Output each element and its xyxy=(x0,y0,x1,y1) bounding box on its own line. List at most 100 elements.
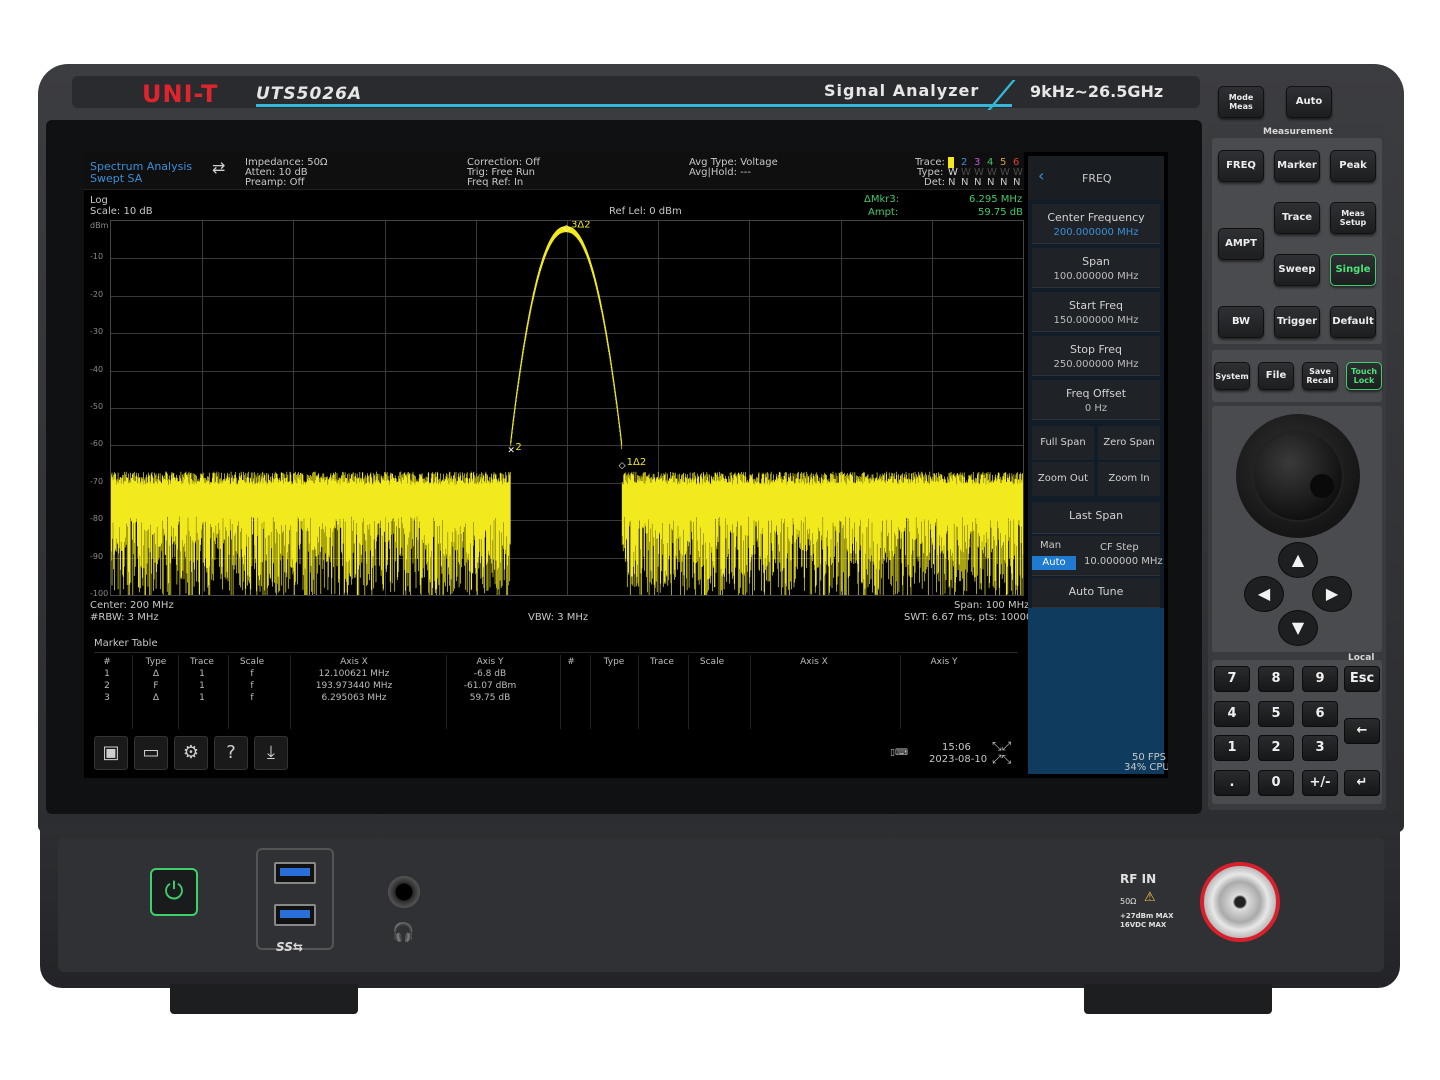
menu-center-frequency[interactable]: Center Frequency 200.000000 MHz xyxy=(1032,204,1160,244)
marker-symbol[interactable]: ✕ xyxy=(507,446,515,456)
menu-item-label: Center Frequency xyxy=(1047,211,1145,224)
rf-input-connector[interactable] xyxy=(1200,862,1280,942)
save-recall-key[interactable]: Save Recall xyxy=(1302,362,1338,390)
meas-setup-key[interactable]: Meas Setup xyxy=(1330,202,1376,234)
esc-key[interactable]: Esc xyxy=(1344,666,1380,692)
system-key[interactable]: System xyxy=(1214,362,1250,390)
y-tick-label: -20 xyxy=(90,289,104,299)
headphone-jack[interactable] xyxy=(388,876,420,908)
trigger-key[interactable]: Trigger xyxy=(1274,306,1320,338)
backspace-key[interactable]: ← xyxy=(1344,718,1380,744)
menu-span[interactable]: Span 100.000000 MHz xyxy=(1032,248,1160,288)
numeric-key[interactable]: +/- xyxy=(1302,769,1338,796)
rotary-knob[interactable] xyxy=(1252,430,1344,522)
marker-table-title: Marker Table xyxy=(94,638,158,649)
peak-key[interactable]: Peak xyxy=(1330,150,1376,182)
keyboard-icon[interactable]: ▯⌨ xyxy=(890,748,908,759)
file-key[interactable]: File xyxy=(1258,362,1294,390)
y-tick-label: -70 xyxy=(90,476,104,486)
gear-icon[interactable]: ⚙ xyxy=(174,736,208,770)
back-chevron-icon[interactable]: ‹ xyxy=(1038,168,1044,184)
trace-key[interactable]: Trace xyxy=(1274,202,1320,234)
download-icon[interactable]: ⤓ xyxy=(254,736,288,770)
default-key[interactable]: Default xyxy=(1330,306,1376,338)
zoom-in-button[interactable]: Zoom In xyxy=(1098,462,1160,496)
ampt-key[interactable]: AMPT xyxy=(1218,228,1264,260)
numeric-key[interactable]: 1 xyxy=(1214,735,1250,761)
marker-table-divider xyxy=(228,655,229,729)
numeric-key[interactable]: 3 xyxy=(1302,735,1338,761)
usb-port-bottom[interactable] xyxy=(274,904,316,926)
marker-table-cell: 12.100621 MHz xyxy=(318,669,390,679)
zero-span-button[interactable]: Zero Span xyxy=(1098,426,1160,460)
arrow-left-icon[interactable]: ◀ xyxy=(1244,576,1284,612)
trace-detector: N xyxy=(974,177,982,188)
clock-date: 2023-08-10 xyxy=(929,754,988,765)
swap-icon[interactable]: ⇄ xyxy=(212,160,225,176)
help-icon[interactable]: ? xyxy=(214,736,248,770)
numeric-key[interactable]: 9 xyxy=(1302,666,1338,692)
device-tagline: Signal Analyzer xyxy=(824,81,980,100)
marker-table-cell: 1 xyxy=(104,669,110,679)
arrow-down-icon[interactable]: ▼ xyxy=(1278,610,1318,646)
marker-table-divider xyxy=(590,655,591,729)
menu-stop-freq[interactable]: Stop Freq 250.000000 MHz xyxy=(1032,336,1160,376)
numeric-key[interactable]: 6 xyxy=(1302,700,1338,727)
sweep-key[interactable]: Sweep xyxy=(1274,254,1320,286)
mode-meas-key[interactable]: Mode Meas xyxy=(1218,86,1264,118)
log-label: Log xyxy=(90,195,108,206)
menu-cf-step[interactable]: Man Auto CF Step 10.000000 MHz xyxy=(1032,536,1163,576)
auto-key[interactable]: Auto xyxy=(1286,86,1332,118)
marker-table-cell: f xyxy=(250,693,254,703)
numeric-key[interactable]: 0 xyxy=(1258,769,1294,796)
numeric-key[interactable]: . xyxy=(1214,769,1250,796)
menu-item-label: Start Freq xyxy=(1069,299,1123,312)
power-button[interactable]: ⏻ xyxy=(150,868,198,916)
arrow-right-icon[interactable]: ▶ xyxy=(1312,576,1352,612)
touch-lock-key[interactable]: Touch Lock xyxy=(1346,362,1382,390)
y-tick-label: -60 xyxy=(90,439,104,449)
marker-table[interactable]: # Type Trace Scale Axis X Axis Y # Type Trace Sca… xyxy=(94,652,1018,732)
spectrum-plot[interactable]: ◇ 3Δ2 ✕ 2 ◇ 1Δ2 xyxy=(110,220,1024,596)
enter-key[interactable]: ↵ xyxy=(1344,770,1380,796)
bw-key[interactable]: BW xyxy=(1218,306,1264,338)
menu-freq-offset[interactable]: Freq Offset 0 Hz xyxy=(1032,380,1160,420)
freq-key[interactable]: FREQ xyxy=(1218,150,1264,182)
freq-ref-text: Freq Ref: In xyxy=(467,177,524,188)
delta-marker-label: ΔMkr3: xyxy=(864,194,900,205)
arrow-up-icon[interactable]: ▲ xyxy=(1278,542,1318,578)
menu-auto-tune[interactable]: Auto Tune xyxy=(1032,578,1160,608)
y-tick-label: -10 xyxy=(90,252,104,262)
menu-item-value: 150.000000 MHz xyxy=(1053,315,1139,326)
cf-step-label: CF Step xyxy=(1100,542,1139,553)
menu-start-freq[interactable]: Start Freq 150.000000 MHz xyxy=(1032,292,1160,332)
auto-option[interactable]: Auto xyxy=(1032,556,1076,570)
single-key[interactable]: Single xyxy=(1330,254,1376,286)
usb-port-top[interactable] xyxy=(274,862,316,884)
marker-table-cell: f xyxy=(250,681,254,691)
full-span-button[interactable]: Full Span xyxy=(1032,426,1094,460)
numeric-key[interactable]: 7 xyxy=(1214,666,1250,692)
marker-table-divider xyxy=(132,655,133,729)
menu-item-value: 100.000000 MHz xyxy=(1053,271,1139,282)
numeric-key[interactable]: 2 xyxy=(1258,735,1294,761)
fullscreen-icon[interactable]: ⤡⤢ ⤢⤡ xyxy=(992,740,1011,766)
header-accent-line xyxy=(256,104,1012,107)
menu-item-label: Stop Freq xyxy=(1069,343,1123,356)
trace-detector: N xyxy=(1013,177,1021,188)
folder-icon[interactable]: ▭ xyxy=(134,736,168,770)
trace-detector: N xyxy=(961,177,969,188)
analyzer-screen[interactable]: Spectrum Analysis Swept SA ⇄ Impedance: … xyxy=(84,152,1168,778)
marker-key[interactable]: Marker xyxy=(1274,150,1320,182)
numeric-key[interactable]: 4 xyxy=(1214,700,1250,727)
zoom-out-button[interactable]: Zoom Out xyxy=(1032,462,1094,496)
numeric-key[interactable]: 5 xyxy=(1258,700,1294,727)
man-option[interactable]: Man xyxy=(1040,540,1061,551)
menu-item-value: 200.000000 MHz xyxy=(1053,227,1139,238)
warning-icon: ⚠ xyxy=(1144,890,1156,905)
marker-symbol[interactable]: ◇ xyxy=(563,224,570,234)
screenshot-icon[interactable]: ▣ xyxy=(94,736,128,770)
menu-last-span[interactable]: Last Span xyxy=(1032,502,1160,534)
numeric-key[interactable]: 8 xyxy=(1258,666,1294,692)
marker-symbol[interactable]: ◇ xyxy=(619,461,626,471)
